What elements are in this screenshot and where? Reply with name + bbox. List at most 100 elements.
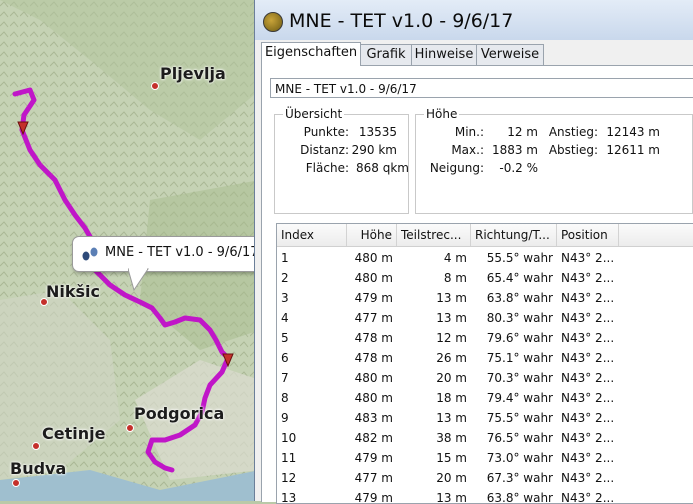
table-row[interactable]: 12 477 m 20 m 67.3° wahr N43° 2... [277,468,693,488]
cell-index: 9 [281,411,289,425]
cell-richtung: 73.0° wahr [486,451,553,465]
cell-hoehe: 480 m [354,271,393,285]
cell-richtung: 75.1° wahr [486,351,553,365]
cell-teilstrecke: 4 m [443,251,467,265]
column-header-hoehe[interactable]: Höhe [347,224,397,246]
table-header: Index Höhe Teilstrec... Richtung/T... Po… [277,224,693,247]
column-header-index[interactable]: Index [277,224,347,246]
city-dot-pljevlja[interactable] [151,82,159,90]
cell-position: N43° 2... [561,491,615,504]
cell-position: N43° 2... [561,431,615,445]
distance-label: Distanz: [300,143,349,157]
cell-richtung: 79.4° wahr [486,391,553,405]
cell-position: N43° 2... [561,391,615,405]
cell-teilstrecke: 13 m [436,491,467,504]
track-points-table[interactable]: Index Höhe Teilstrec... Richtung/T... Po… [276,223,693,504]
tab-strip: Eigenschaften Grafik Hinweise Verweise [261,42,693,66]
cell-teilstrecke: 38 m [436,431,467,445]
properties-panel: MNE - TET v1.0 - 9/6/17 Übersicht Punkte… [261,65,693,504]
city-label-budva: Budva [10,459,67,478]
cell-hoehe: 477 m [354,311,393,325]
cell-hoehe: 479 m [354,451,393,465]
table-row[interactable]: 2 480 m 8 m 65.4° wahr N43° 2... [277,268,693,288]
cell-teilstrecke: 20 m [436,371,467,385]
cell-teilstrecke: 26 m [436,351,467,365]
cell-position: N43° 2... [561,311,615,325]
table-row[interactable]: 13 479 m 13 m 63.8° wahr N43° 2... [277,488,693,504]
descent-value: 12611 m [606,143,660,157]
city-label-cetinje: Cetinje [42,424,106,443]
area-value: 868 qkm [356,161,409,175]
cell-richtung: 55.5° wahr [486,251,553,265]
tab-grafik[interactable]: Grafik [360,44,412,65]
cell-index: 2 [281,271,289,285]
track-name-input[interactable]: MNE - TET v1.0 - 9/6/17 [270,78,693,98]
cell-teilstrecke: 15 m [436,451,467,465]
cell-position: N43° 2... [561,371,615,385]
cell-index: 6 [281,351,289,365]
descent-label: Abstieg: [548,143,598,157]
cell-teilstrecke: 20 m [436,471,467,485]
cell-index: 8 [281,391,289,405]
cell-hoehe: 480 m [354,371,393,385]
slope-label: Neigung: [429,161,484,175]
city-label-niksic: Nikšic [46,282,101,301]
app-globe-icon [263,12,283,32]
footprints-icon [82,247,98,261]
cell-hoehe: 480 m [354,391,393,405]
city-label-pljevlja: Pljevlja [160,64,226,83]
table-row[interactable]: 10 482 m 38 m 76.5° wahr N43° 2... [277,428,693,448]
max-value: 1883 m [491,143,538,157]
table-row[interactable]: 4 477 m 13 m 80.3° wahr N43° 2... [277,308,693,328]
track-callout[interactable]: MNE - TET v1.0 - 9/6/17 [72,236,274,272]
cell-richtung: 75.5° wahr [486,411,553,425]
max-label: Max.: [451,143,484,157]
cell-hoehe: 477 m [354,471,393,485]
tab-eigenschaften[interactable]: Eigenschaften [261,42,361,66]
table-row[interactable]: 6 478 m 26 m 75.1° wahr N43° 2... [277,348,693,368]
city-dot-cetinje[interactable] [32,442,40,450]
cell-teilstrecke: 13 m [436,291,467,305]
callout-pointer [128,268,149,292]
ascent-value: 12143 m [606,125,660,139]
callout-label: MNE - TET v1.0 - 9/6/17 [105,245,259,260]
cell-richtung: 76.5° wahr [486,431,553,445]
cell-position: N43° 2... [561,451,615,465]
cell-teilstrecke: 13 m [436,411,467,425]
tab-verweise[interactable]: Verweise [476,44,544,65]
table-row[interactable]: 7 480 m 20 m 70.3° wahr N43° 2... [277,368,693,388]
column-header-position[interactable]: Position [557,224,619,246]
cell-hoehe: 482 m [354,431,393,445]
city-dot-podgorica[interactable] [126,424,134,432]
table-row[interactable]: 3 479 m 13 m 63.8° wahr N43° 2... [277,288,693,308]
cell-richtung: 65.4° wahr [486,271,553,285]
cell-teilstrecke: 12 m [436,331,467,345]
cell-hoehe: 478 m [354,351,393,365]
min-label: Min.: [454,125,484,139]
column-header-teilstrecke[interactable]: Teilstrec... [397,224,471,246]
cell-position: N43° 2... [561,291,615,305]
city-label-podgorica: Podgorica [134,404,225,423]
overview-group: Übersicht Punkte: 13535 Distanz: 290 km … [274,107,409,214]
cell-hoehe: 480 m [354,251,393,265]
tab-hinweise[interactable]: Hinweise [411,44,477,65]
city-dot-budva[interactable] [12,479,20,487]
column-header-richtung[interactable]: Richtung/T... [471,224,557,246]
table-row[interactable]: 1 480 m 4 m 55.5° wahr N43° 2... [277,248,693,268]
cell-hoehe: 483 m [354,411,393,425]
cell-position: N43° 2... [561,471,615,485]
cell-index: 1 [281,251,289,265]
cell-hoehe: 478 m [354,331,393,345]
table-row[interactable]: 8 480 m 18 m 79.4° wahr N43° 2... [277,388,693,408]
window-titlebar[interactable]: MNE - TET v1.0 - 9/6/17 [255,0,693,40]
cell-richtung: 70.3° wahr [486,371,553,385]
elevation-group: Höhe Min.: 12 m Max.: 1883 m Neigung: -0… [415,107,693,214]
table-row[interactable]: 5 478 m 12 m 79.6° wahr N43° 2... [277,328,693,348]
cell-index: 5 [281,331,289,345]
cell-position: N43° 2... [561,251,615,265]
cell-index: 7 [281,371,289,385]
ascent-label: Anstieg: [548,125,598,139]
slope-value: -0.2 % [499,161,538,175]
table-row[interactable]: 11 479 m 15 m 73.0° wahr N43° 2... [277,448,693,468]
table-row[interactable]: 9 483 m 13 m 75.5° wahr N43° 2... [277,408,693,428]
